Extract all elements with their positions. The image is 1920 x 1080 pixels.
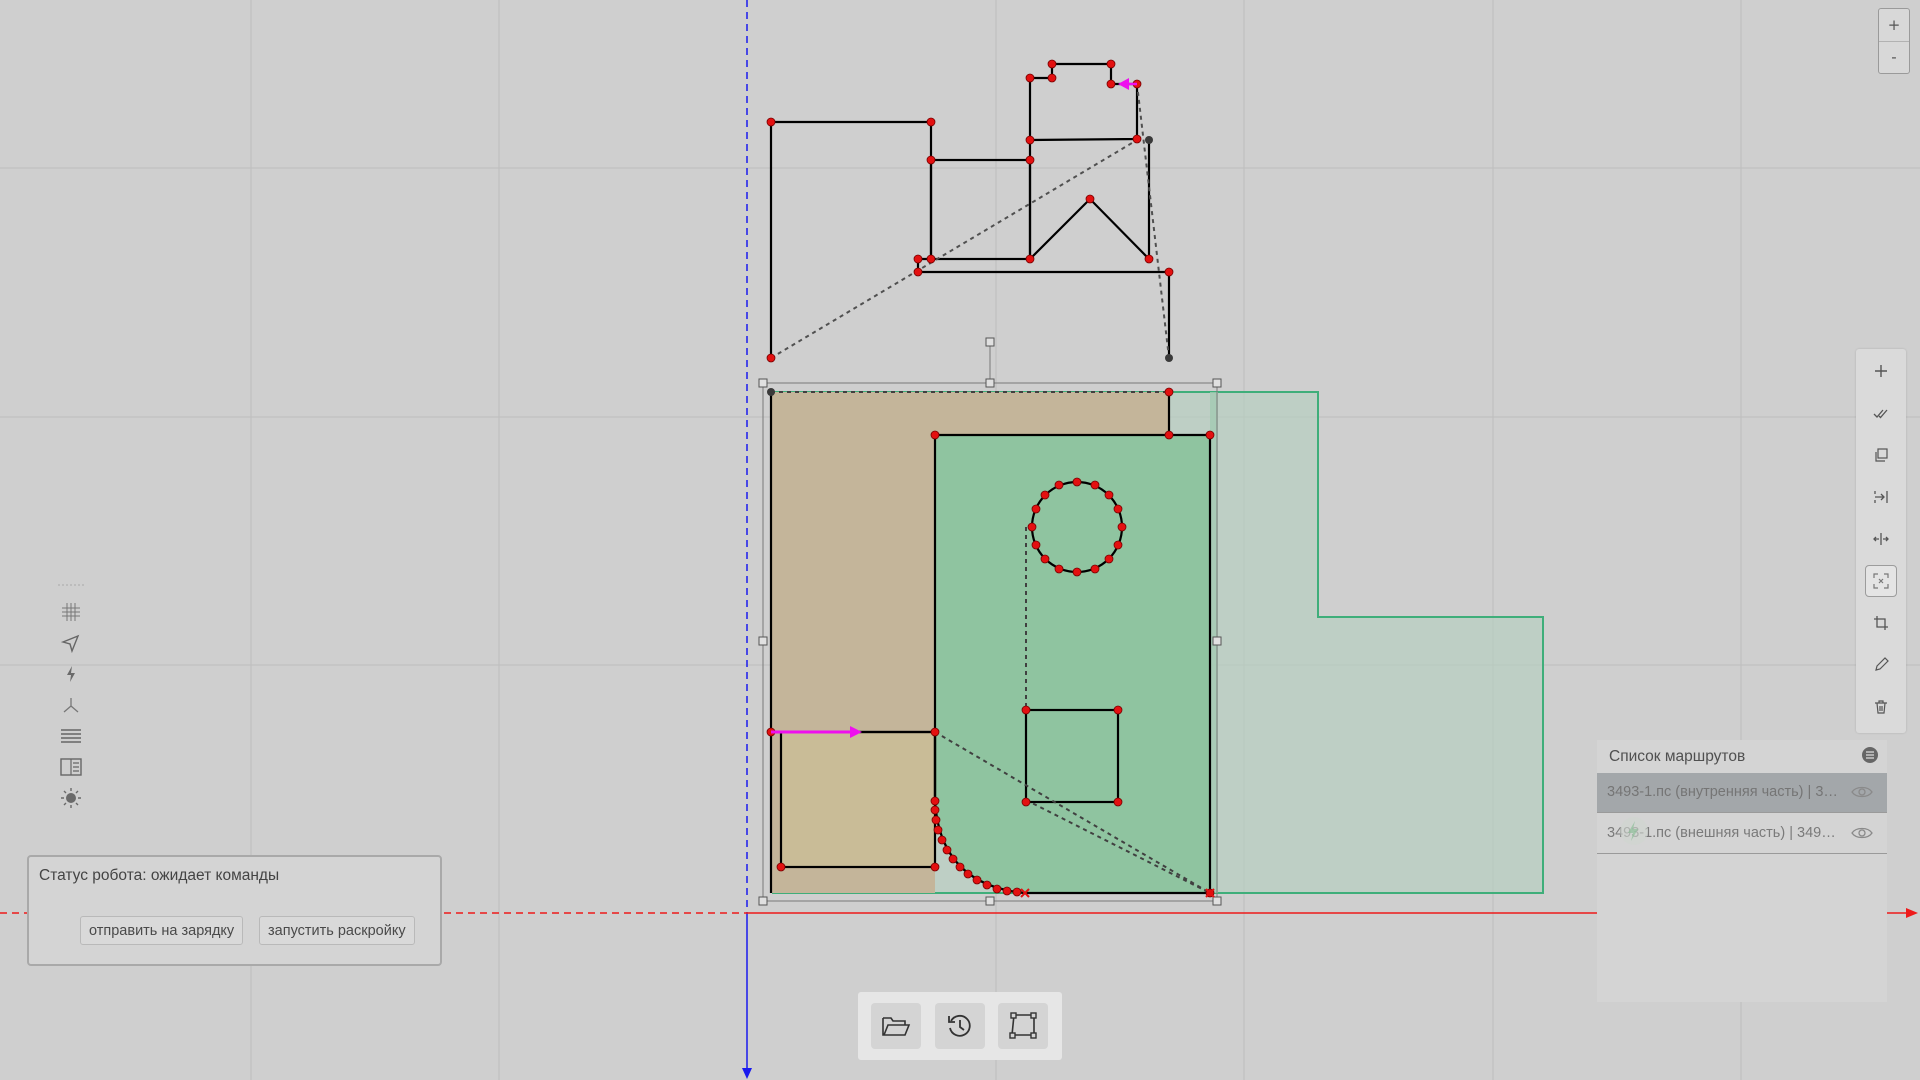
- check-all-button[interactable]: [1866, 398, 1896, 428]
- copy-icon: [1875, 448, 1888, 462]
- send-to-charging-button[interactable]: отправить на зарядку: [80, 916, 244, 945]
- lightning-button[interactable]: [57, 660, 84, 687]
- y-axis-arrow: [742, 1068, 752, 1079]
- trash-icon: [1875, 700, 1887, 714]
- lightning-icon: [66, 665, 75, 682]
- flip-horizontal-icon: [1873, 533, 1889, 545]
- grid-icon: [61, 602, 80, 621]
- list-menu-icon[interactable]: [1862, 747, 1878, 763]
- edit-pencil-icon: [1875, 657, 1889, 671]
- open-file-button[interactable]: [871, 1003, 921, 1049]
- brightness-icon: [60, 787, 81, 808]
- history-icon: [948, 1014, 971, 1037]
- navigate-arrow-icon: [60, 634, 79, 653]
- left-toolbar: [55, 582, 87, 812]
- x-axis-arrow: [1906, 908, 1918, 918]
- robot-status-panel: Статус робота: ожидает команды отправить…: [27, 855, 442, 966]
- open-folder-icon: [882, 1017, 911, 1036]
- routes-panel: Список маршрутов 3493-1.пс (внутренняя ч…: [1597, 740, 1887, 1002]
- bottom-toolbar: [858, 992, 1062, 1060]
- axes-button[interactable]: [57, 691, 84, 718]
- menu-lines-icon: [60, 728, 81, 743]
- routes-header: Список маршрутов: [1597, 740, 1887, 770]
- fit-to-sheet-button[interactable]: [1865, 565, 1897, 597]
- eye-icon[interactable]: [1851, 784, 1873, 800]
- upper-drawing-dotted: [770, 83, 1170, 359]
- move-to-edge-icon: [1874, 491, 1888, 503]
- robot-status-text: Статус робота: ожидает команды: [39, 867, 280, 884]
- add-icon: [1875, 365, 1887, 377]
- route-item[interactable]: 3493-1.пс (внутренняя часть) | 3493-1.пс…: [1597, 773, 1887, 813]
- eye-icon[interactable]: [1851, 825, 1873, 841]
- start-points: [767, 136, 1173, 396]
- grid-toggle-button[interactable]: [57, 598, 84, 625]
- start-cutting-button[interactable]: запустить раскройку: [259, 916, 415, 945]
- axes-icon: [63, 697, 78, 712]
- routes-title: Список маршрутов: [1609, 748, 1746, 765]
- copy-button[interactable]: [1866, 440, 1896, 470]
- right-toolbar: [1856, 349, 1906, 733]
- edit-button[interactable]: [1866, 650, 1896, 680]
- crop-icon: [1874, 616, 1888, 630]
- zoom-out-button[interactable]: -: [1879, 40, 1909, 74]
- crop-button[interactable]: [1866, 608, 1896, 638]
- zoom-controls: + -: [1878, 8, 1910, 74]
- fit-to-sheet-icon: [1873, 573, 1889, 589]
- history-button[interactable]: [935, 1003, 985, 1049]
- delete-button[interactable]: [1866, 692, 1896, 722]
- inner-part-region[interactable]: [935, 435, 1210, 893]
- brightness-button[interactable]: [57, 784, 84, 811]
- list-button[interactable]: [57, 722, 84, 749]
- select-shape-icon: [1009, 1012, 1037, 1039]
- loading-bolt-icon: [1620, 817, 1648, 845]
- sheet-tab-tan: [781, 732, 935, 867]
- toolbar-drag-handle-icon[interactable]: [58, 582, 84, 588]
- panel-layout-icon: [59, 757, 82, 776]
- add-button[interactable]: [1866, 356, 1896, 386]
- select-shape-button[interactable]: [998, 1003, 1048, 1049]
- route-label: 3493-1.пс (внутренняя часть) | 3493-1.пс…: [1607, 784, 1839, 800]
- panel-toggle-button[interactable]: [57, 753, 84, 780]
- direction-arrow-upper: [1118, 78, 1137, 90]
- flip-horizontal-button[interactable]: [1866, 524, 1896, 554]
- double-check-icon: [1873, 409, 1888, 419]
- move-to-edge-button[interactable]: [1866, 482, 1896, 512]
- zoom-in-button[interactable]: +: [1879, 9, 1909, 41]
- upper-drawing[interactable]: [769, 62, 1171, 358]
- navigate-button[interactable]: [57, 629, 84, 656]
